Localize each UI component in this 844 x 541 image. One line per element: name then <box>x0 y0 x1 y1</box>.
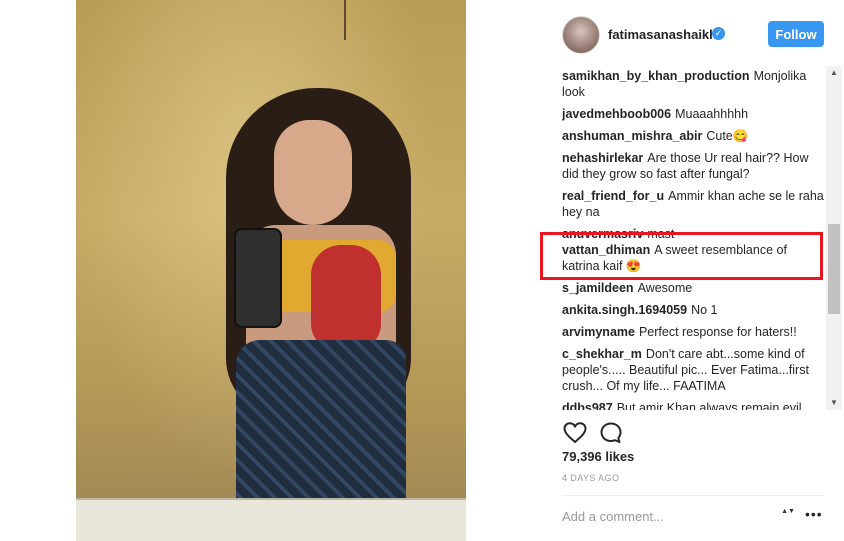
scroll-thumb[interactable] <box>828 224 840 314</box>
comment-username[interactable]: c_shekhar_m <box>562 347 642 361</box>
comment-username[interactable]: nehashirlekar <box>562 151 643 165</box>
face <box>274 120 352 225</box>
comment-item: real_friend_for_u Ammir khan ache se le r… <box>562 188 824 220</box>
comment-text: No 1 <box>691 303 718 317</box>
divider <box>562 495 824 496</box>
verified-badge-icon: ✓ <box>712 27 725 40</box>
follow-button[interactable]: Follow <box>768 21 824 47</box>
comment-item: ddbs987 But amir Khan always remain evil <box>562 400 824 410</box>
comment-item: ankita.singh.1694059 No 1 <box>562 302 824 318</box>
avatar[interactable] <box>562 16 600 54</box>
heart-icon[interactable] <box>562 420 588 446</box>
mobile-phone <box>234 228 282 328</box>
red-sleeve <box>311 245 381 350</box>
comments-scrollbar[interactable]: ▲ ▼ <box>826 66 842 410</box>
ceiling-wire <box>344 0 346 40</box>
comment-username[interactable]: ddbs987 <box>562 401 613 410</box>
comment-item: nehashirlekar Are those Ur real hair?? Ho… <box>562 150 824 182</box>
comment-text: Awesome <box>637 281 693 295</box>
scroll-up-arrow-icon[interactable]: ▲ <box>826 66 842 80</box>
username-link[interactable]: fatimasanashaikh <box>608 27 717 42</box>
comment-item: samikhan_by_khan_production Monjolika loo… <box>562 68 824 100</box>
comment-item: c_shekhar_m Don't care abt...some kind of… <box>562 346 824 394</box>
scroll-down-arrow-icon[interactable]: ▼ <box>826 396 842 410</box>
comment-item: anshuman_mishra_abir Cute😋 <box>562 128 824 144</box>
comment-username[interactable]: arvimyname <box>562 325 635 339</box>
comment-username[interactable]: samikhan_by_khan_production <box>562 69 750 83</box>
post-actions <box>562 420 682 446</box>
comment-item: javedmehboob006 Muaaahhhhh <box>562 106 824 122</box>
comment-username[interactable]: s_jamildeen <box>562 281 634 295</box>
comment-text: But amir Khan always remain evil <box>616 401 802 410</box>
comment-username[interactable]: real_friend_for_u <box>562 189 664 203</box>
add-comment-input[interactable] <box>562 507 772 525</box>
sink-ledge <box>76 498 466 541</box>
post-timestamp: 4 DAYS AGO <box>562 473 620 483</box>
comment-username[interactable]: ankita.singh.1694059 <box>562 303 687 317</box>
comment-icon[interactable] <box>598 420 624 446</box>
spinner-arrows-icon[interactable]: ▲▼ <box>781 508 795 524</box>
comment-username[interactable]: anshuman_mishra_abir <box>562 129 702 143</box>
comment-item: s_jamildeen Awesome <box>562 280 824 296</box>
more-options-icon[interactable]: ••• <box>805 506 823 522</box>
highlight-annotation-box <box>540 232 823 280</box>
likes-count[interactable]: 79,396 likes <box>562 449 634 464</box>
comment-text: Cute😋 <box>706 129 749 143</box>
comment-text: Muaaahhhhh <box>675 107 749 121</box>
post-header: fatimasanashaikh ✓ Follow <box>560 14 824 58</box>
comment-username[interactable]: javedmehboob006 <box>562 107 671 121</box>
comment-item: arvimyname Perfect response for haters!! <box>562 324 824 340</box>
post-photo <box>76 0 466 541</box>
comment-text: Perfect response for haters!! <box>638 325 797 339</box>
